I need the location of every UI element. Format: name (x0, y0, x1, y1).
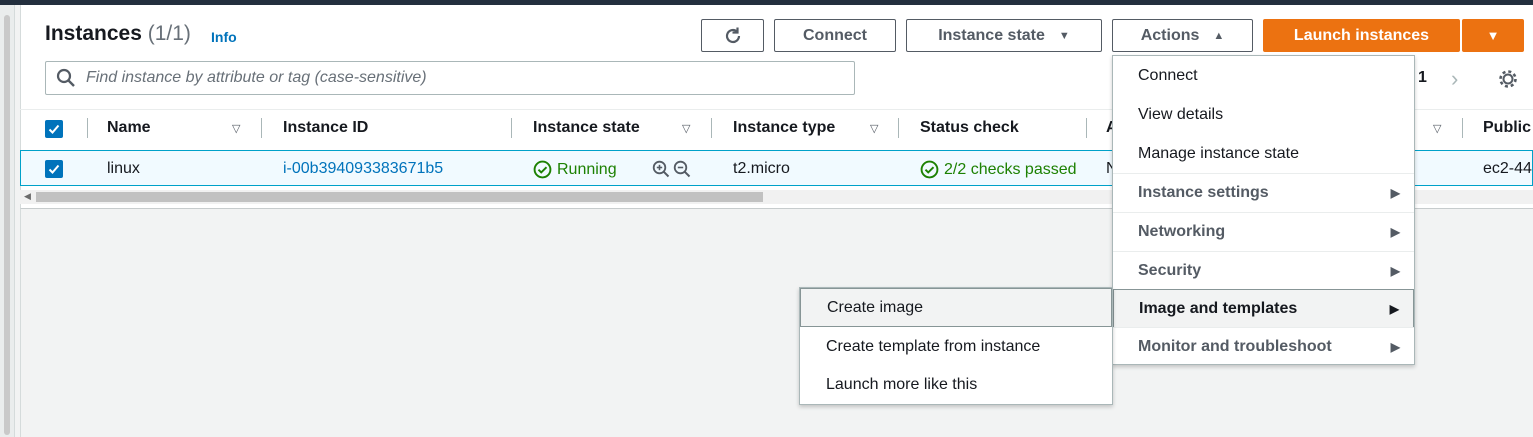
launch-instances-button[interactable]: Launch instances (1263, 19, 1460, 52)
connect-button[interactable]: Connect (774, 19, 896, 52)
scrollbar-thumb[interactable] (4, 15, 10, 435)
sort-caret-icon[interactable]: ▽ (1433, 122, 1441, 135)
column-divider[interactable] (511, 118, 512, 138)
search-input[interactable]: Find instance by attribute or tag (case-… (45, 61, 855, 95)
submenu-item-create-template[interactable]: Create template from instance (800, 327, 1112, 366)
column-divider[interactable] (1462, 118, 1463, 138)
vertical-scrollbar[interactable] (0, 5, 15, 437)
instance-id-link[interactable]: i-00b394093383671b5 (283, 160, 443, 178)
submenu-item-label: Create image (827, 298, 924, 316)
column-header-name[interactable]: Name (107, 119, 151, 137)
menu-item-label: Monitor and troubleshoot (1138, 338, 1332, 355)
column-header-instance-id[interactable]: Instance ID (283, 119, 368, 137)
status-check-text: 2/2 checks passed (944, 160, 1077, 178)
checkmark-icon (48, 164, 60, 174)
actions-button[interactable]: Actions ▲ (1112, 19, 1253, 52)
column-header-public[interactable]: Public (1483, 119, 1531, 137)
column-divider[interactable] (898, 118, 899, 138)
search-placeholder: Find instance by attribute or tag (case-… (86, 69, 427, 86)
public-dns: ec2-44 (1483, 160, 1532, 177)
select-all-checkbox[interactable] (45, 120, 63, 138)
launch-label: Launch instances (1293, 26, 1430, 44)
menu-item-label: Image and templates (1139, 299, 1298, 317)
instance-name: linux (107, 160, 140, 177)
menu-item-connect[interactable]: Connect (1113, 56, 1414, 95)
column-divider[interactable] (87, 118, 88, 138)
instance-type: t2.micro (733, 160, 790, 177)
menu-item-view-details[interactable]: View details (1113, 95, 1414, 134)
caret-right-icon: ▶ (1390, 264, 1400, 278)
caret-down-icon: ▼ (1486, 28, 1500, 43)
menu-item-image-and-templates[interactable]: Image and templates ▶ (1113, 289, 1414, 328)
zoom-in-icon[interactable] (652, 160, 670, 178)
submenu-item-label: Launch more like this (826, 375, 978, 393)
search-icon (56, 68, 75, 87)
gear-icon[interactable] (1497, 68, 1519, 90)
info-link[interactable]: Info (211, 29, 237, 45)
menu-item-monitor-and-troubleshoot[interactable]: Monitor and troubleshoot ▶ (1113, 327, 1414, 366)
sort-caret-icon[interactable]: ▽ (232, 122, 240, 135)
caret-right-icon: ▶ (1390, 225, 1400, 239)
actions-menu: Connect View details Manage instance sta… (1112, 55, 1415, 365)
menu-item-label: View details (1138, 105, 1224, 123)
caret-right-icon: ▶ (1390, 186, 1400, 200)
menu-item-label: Manage instance state (1138, 144, 1299, 162)
instance-state-label: Instance state (938, 26, 1045, 44)
instance-state-button[interactable]: Instance state ▼ (906, 19, 1102, 52)
caret-right-icon: ▶ (1389, 301, 1399, 316)
menu-item-instance-settings[interactable]: Instance settings ▶ (1113, 173, 1414, 212)
zoom-out-icon[interactable] (673, 160, 691, 178)
page-number[interactable]: 1 (1418, 69, 1427, 87)
instance-count: (1/1) (147, 22, 191, 45)
menu-item-networking[interactable]: Networking ▶ (1113, 212, 1414, 251)
sort-caret-icon[interactable]: ▽ (682, 122, 690, 135)
submenu-item-create-image[interactable]: Create image (800, 288, 1112, 327)
actions-label: Actions (1140, 26, 1200, 44)
scrollbar-thumb[interactable] (36, 192, 763, 202)
column-divider[interactable] (711, 118, 712, 138)
refresh-icon (725, 27, 740, 43)
status-check: 2/2 checks passed (920, 160, 1077, 179)
check-circle-icon (920, 160, 939, 179)
instance-state-status: Running (533, 160, 617, 179)
column-divider[interactable] (1086, 118, 1087, 138)
title-text: Instances (45, 22, 142, 45)
instance-state-text: Running (557, 160, 617, 178)
column-header-instance-state[interactable]: Instance state (533, 119, 640, 137)
connect-label: Connect (803, 26, 867, 44)
launch-dropdown-button[interactable]: ▼ (1462, 19, 1524, 52)
column-header-status-check[interactable]: Status check (920, 119, 1019, 137)
sort-caret-icon[interactable]: ▽ (870, 122, 878, 135)
menu-item-label: Instance settings (1138, 184, 1269, 201)
column-header-instance-type[interactable]: Instance type (733, 119, 835, 137)
menu-item-label: Networking (1138, 223, 1226, 240)
checkmark-icon (48, 124, 60, 134)
submenu-item-launch-more[interactable]: Launch more like this (800, 365, 1112, 404)
scroll-left-icon[interactable]: ◀ (24, 191, 31, 202)
page-title: Instances (1/1) (45, 22, 191, 46)
caret-down-icon: ▼ (1058, 29, 1070, 42)
row-checkbox[interactable] (45, 160, 63, 178)
refresh-button[interactable] (701, 19, 764, 52)
chevron-right-icon[interactable]: › (1451, 66, 1458, 92)
caret-up-icon: ▲ (1213, 29, 1225, 42)
menu-item-label: Connect (1138, 66, 1198, 84)
menu-item-label: Security (1138, 262, 1202, 279)
column-divider[interactable] (261, 118, 262, 138)
caret-right-icon: ▶ (1390, 340, 1400, 354)
check-circle-icon (533, 160, 552, 179)
image-templates-submenu: Create image Create template from instan… (799, 287, 1113, 405)
submenu-item-label: Create template from instance (826, 337, 1041, 355)
menu-item-manage-instance-state[interactable]: Manage instance state (1113, 134, 1414, 173)
menu-item-security[interactable]: Security ▶ (1113, 251, 1414, 290)
